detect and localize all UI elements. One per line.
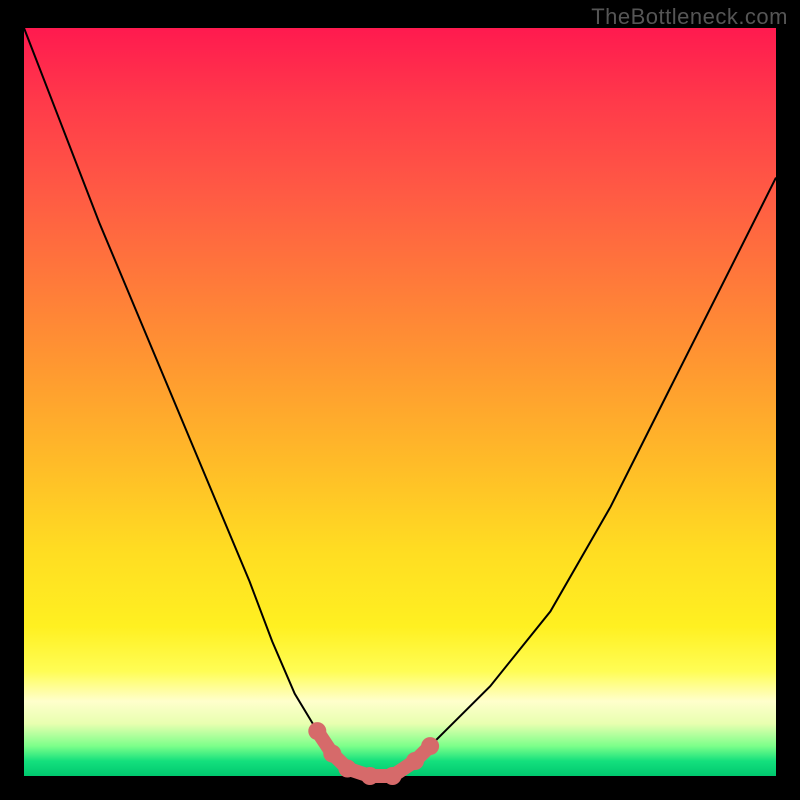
chart-svg xyxy=(24,28,776,776)
highlight-markers xyxy=(308,722,439,785)
bottleneck-curve xyxy=(24,28,776,776)
highlight-dot xyxy=(421,737,439,755)
highlight-dot xyxy=(323,745,341,763)
highlight-dot xyxy=(361,767,379,785)
chart-container: TheBottleneck.com xyxy=(0,0,800,800)
plot-area xyxy=(24,28,776,776)
highlight-dot xyxy=(406,752,424,770)
highlight-dot xyxy=(338,760,356,778)
highlight-dot xyxy=(384,767,402,785)
watermark-text: TheBottleneck.com xyxy=(591,4,788,30)
highlight-dot xyxy=(308,722,326,740)
